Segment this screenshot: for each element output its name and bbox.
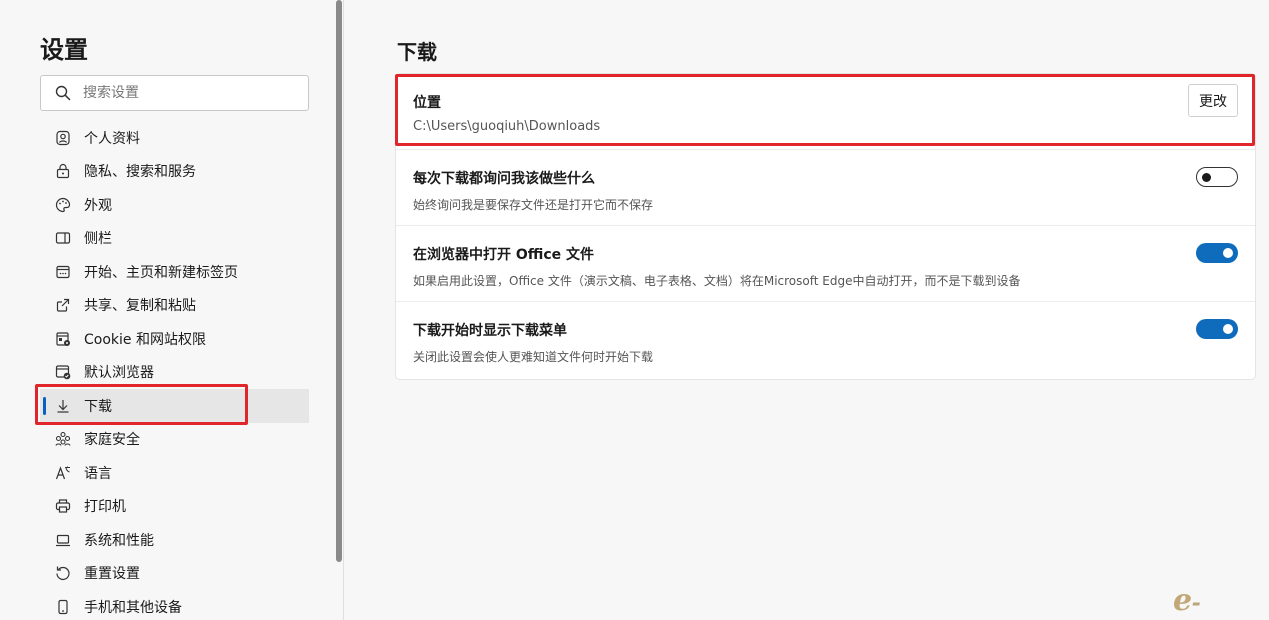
sidebar-item-label: Cookie 和网站权限	[84, 331, 206, 348]
reset-icon	[54, 564, 72, 582]
sidebar-item-share[interactable]: 共享、复制和粘贴	[40, 289, 309, 323]
home-tab-icon	[54, 263, 72, 281]
setting-description: 如果启用此设置，Office 文件（演示文稿、电子表格、文档）将在Microso…	[413, 274, 1021, 288]
sidebar-item-cookies[interactable]: Cookie 和网站权限	[40, 322, 309, 356]
sidebar-item-label: 重置设置	[84, 566, 140, 583]
eworks-watermark: e-works	[1173, 583, 1244, 620]
sidebar-item-label: 语言	[84, 465, 112, 482]
sidebar-item-downloads[interactable]: 下载	[40, 389, 309, 423]
search-box[interactable]	[40, 75, 309, 111]
ask-each-download-toggle[interactable]	[1196, 167, 1238, 187]
sidebar-item-label: 打印机	[84, 499, 126, 516]
sidebar-item-label: 个人资料	[84, 130, 140, 147]
downloads-settings-card: 位置 C:\Users\guoqiuh\Downloads 更改 每次下载都询问…	[396, 74, 1255, 379]
search-icon	[55, 85, 71, 101]
setting-title: 在浏览器中打开 Office 文件	[413, 247, 595, 263]
sidebar-item-default-browser[interactable]: 默认浏览器	[40, 356, 309, 390]
sidebar-item-label: 隐私、搜索和服务	[84, 164, 196, 181]
sidebar-item-privacy[interactable]: 隐私、搜索和服务	[40, 155, 309, 189]
location-title: 位置	[413, 95, 441, 111]
laptop-icon	[54, 531, 72, 549]
download-icon	[54, 397, 72, 415]
page-title: 下载	[397, 40, 437, 64]
setting-description: 关闭此设置会使人更难知道文件何时开始下载	[413, 350, 654, 364]
default-browser-icon	[54, 363, 72, 381]
sidebar-item-appearance[interactable]: 外观	[40, 188, 309, 222]
show-download-menu-row: 下载开始时显示下载菜单 关闭此设置会使人更难知道文件何时开始下载	[396, 302, 1255, 378]
palette-icon	[54, 196, 72, 214]
toggle-knob	[1223, 324, 1233, 334]
settings-window: 设置 个人资料 隐私、搜索和服务 外观 侧栏	[0, 0, 1269, 620]
family-icon	[54, 430, 72, 448]
setting-description: 始终询问我是要保存文件还是打开它而不保存	[413, 198, 654, 212]
sidebar-item-label: 外观	[84, 197, 112, 214]
sidebar-item-label: 手机和其他设备	[84, 599, 182, 616]
sidebar-item-reset[interactable]: 重置设置	[40, 557, 309, 591]
sidebar-nav: 个人资料 隐私、搜索和服务 外观 侧栏 开始、主页和新建标签页 共享、复制和粘贴	[40, 121, 309, 620]
open-office-row: 在浏览器中打开 Office 文件 如果启用此设置，Office 文件（演示文稿…	[396, 226, 1255, 302]
setting-title: 下载开始时显示下载菜单	[413, 323, 567, 339]
language-icon	[54, 464, 72, 482]
sidebar-scrollbar[interactable]	[336, 0, 342, 562]
setting-title: 每次下载都询问我该做些什么	[413, 171, 595, 187]
sidebar-item-label: 系统和性能	[84, 532, 154, 549]
sidebar-item-label: 家庭安全	[84, 432, 140, 449]
sidebar-item-label: 侧栏	[84, 231, 112, 248]
settings-sidebar: 设置 个人资料 隐私、搜索和服务 外观 侧栏	[0, 0, 336, 620]
lock-icon	[54, 162, 72, 180]
share-icon	[54, 296, 72, 314]
printer-icon	[54, 497, 72, 515]
open-office-toggle[interactable]	[1196, 243, 1238, 263]
sidebar-item-family[interactable]: 家庭安全	[40, 423, 309, 457]
change-location-button[interactable]: 更改	[1188, 84, 1238, 117]
toggle-knob	[1223, 248, 1233, 258]
sidebar-item-sidebar[interactable]: 侧栏	[40, 222, 309, 256]
sidebar-title: 设置	[40, 36, 88, 64]
toggle-knob	[1202, 173, 1211, 182]
profile-icon	[54, 129, 72, 147]
sidebar-icon	[54, 229, 72, 247]
sidebar-item-profile[interactable]: 个人资料	[40, 121, 309, 155]
pane-divider	[343, 0, 344, 620]
search-input[interactable]	[83, 85, 283, 101]
sidebar-item-start-home[interactable]: 开始、主页和新建标签页	[40, 255, 309, 289]
download-path: C:\Users\guoqiuh\Downloads	[413, 119, 601, 134]
phone-icon	[54, 598, 72, 616]
sidebar-item-language[interactable]: 语言	[40, 456, 309, 490]
sidebar-item-system[interactable]: 系统和性能	[40, 523, 309, 557]
sidebar-item-label: 下载	[84, 398, 112, 415]
ask-each-download-row: 每次下载都询问我该做些什么 始终询问我是要保存文件还是打开它而不保存	[396, 150, 1255, 226]
cookie-permissions-icon	[54, 330, 72, 348]
sidebar-item-label: 开始、主页和新建标签页	[84, 264, 238, 281]
sidebar-item-printer[interactable]: 打印机	[40, 490, 309, 524]
sidebar-item-label: 共享、复制和粘贴	[84, 298, 196, 315]
sidebar-item-devices[interactable]: 手机和其他设备	[40, 590, 309, 620]
location-row: 位置 C:\Users\guoqiuh\Downloads 更改	[396, 74, 1255, 150]
sidebar-item-label: 默认浏览器	[84, 365, 154, 382]
show-download-menu-toggle[interactable]	[1196, 319, 1238, 339]
